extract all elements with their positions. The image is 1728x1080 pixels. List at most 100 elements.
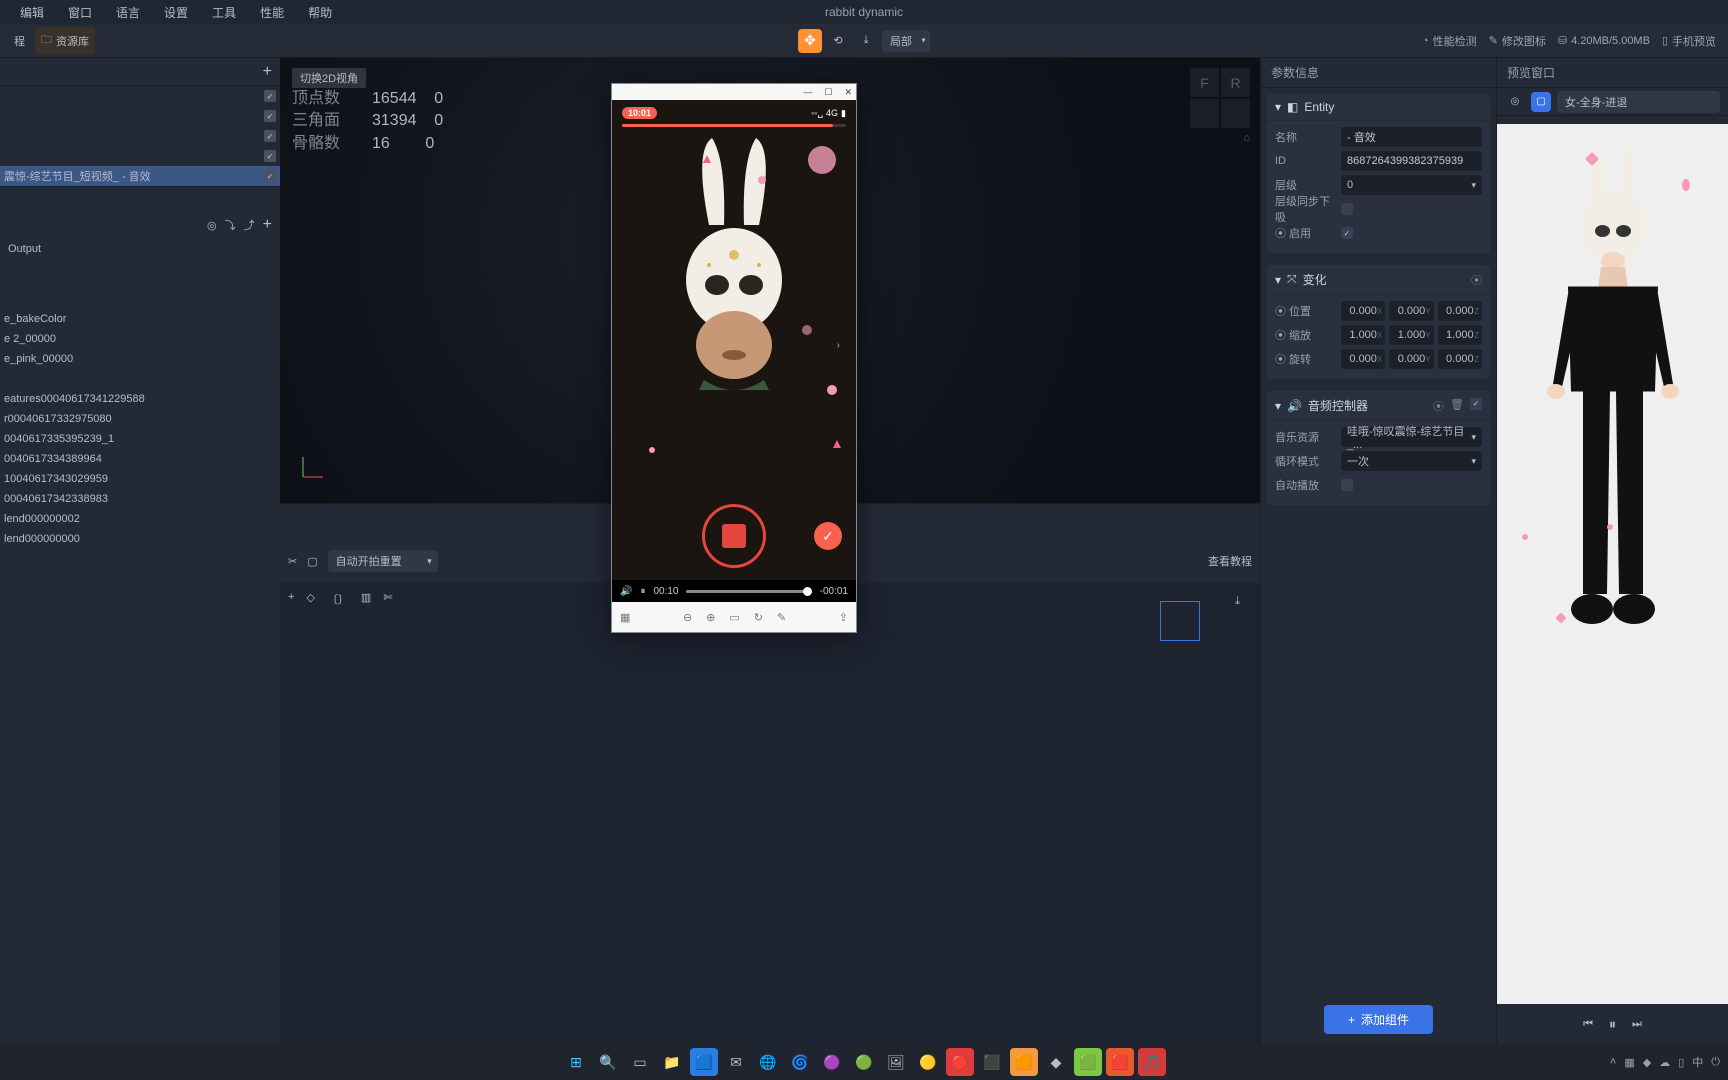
timeline-clip[interactable] xyxy=(1160,601,1200,641)
asset-item[interactable]: 0040617334389964 xyxy=(0,451,280,471)
assets-action-icon[interactable]: ⤵ xyxy=(225,217,236,233)
app-icon[interactable]: 🟣 xyxy=(818,1048,846,1076)
app-icon[interactable]: 🟧 xyxy=(1010,1048,1038,1076)
timeline-cut-icon[interactable]: ✄ xyxy=(383,591,392,607)
maximize-button[interactable]: ☐ xyxy=(824,87,832,98)
timeline-snap-icon[interactable]: ▥ xyxy=(361,591,371,607)
view-mode-toggle[interactable]: 切换2D视角 xyxy=(292,68,366,88)
tab-project[interactable]: 程 xyxy=(8,29,31,53)
chevron-down-icon[interactable]: ▾ xyxy=(1275,399,1281,413)
assets-add-button[interactable]: + xyxy=(263,216,272,234)
add-node-button[interactable]: + xyxy=(263,63,272,81)
audio-resource-select[interactable]: 哇哦-惊叹震惊-综艺节目_... xyxy=(1341,427,1482,447)
tutorial-link[interactable]: 查看教程 xyxy=(1208,553,1252,569)
app-icon[interactable]: ⬛ xyxy=(978,1048,1006,1076)
timeline-body[interactable]: + ◇ 〔〕 ▥ ✄ ⤓ xyxy=(280,583,1260,1044)
timeline-marker-icon[interactable]: 〔〕 xyxy=(327,591,349,607)
app-icon[interactable]: 🎵 xyxy=(1138,1048,1166,1076)
asset-item[interactable]: lend000000000 xyxy=(0,531,280,551)
minimize-button[interactable]: — xyxy=(803,87,812,97)
taskview-button[interactable]: ▭ xyxy=(626,1048,654,1076)
audio-enable-checkbox[interactable]: ✓ xyxy=(1470,398,1482,410)
move-tool-button[interactable]: ✥ xyxy=(798,29,822,53)
app-icon[interactable]: 🌀 xyxy=(786,1048,814,1076)
menu-perf[interactable]: 性能 xyxy=(248,4,296,21)
asset-item[interactable]: e_bakeColor xyxy=(0,311,280,331)
app-icon[interactable]: 🟩 xyxy=(1074,1048,1102,1076)
library-button[interactable]: 🗀 资源库 xyxy=(35,27,95,54)
rot-z-input[interactable]: 0.000Z xyxy=(1438,349,1482,369)
asset-item[interactable]: e 2_00000 xyxy=(0,331,280,351)
phone-preview-button[interactable]: ▯手机预览 xyxy=(1658,33,1720,49)
menu-settings[interactable]: 设置 xyxy=(152,4,200,21)
grid-icon[interactable]: ▦ xyxy=(620,611,630,624)
auto-reset-select[interactable]: 自动开拍重置 xyxy=(328,550,438,572)
pos-x-input[interactable]: 0.000X xyxy=(1341,301,1385,321)
store-icon[interactable]: 🟦 xyxy=(690,1048,718,1076)
refresh-button[interactable]: ⟲ xyxy=(826,29,850,53)
scale-z-input[interactable]: 1.000Z xyxy=(1438,325,1482,345)
pos-z-input[interactable]: 0.000Z xyxy=(1438,301,1482,321)
sync-checkbox[interactable] xyxy=(1341,203,1353,215)
tray-icon[interactable]: ▦ xyxy=(1624,1056,1634,1069)
node-visibility-toggle[interactable]: ✓ xyxy=(264,90,276,102)
gizmo-face[interactable] xyxy=(1190,99,1219,128)
node-visibility-toggle[interactable]: ✓ xyxy=(264,110,276,122)
photos-icon[interactable]: 🖼 xyxy=(882,1048,910,1076)
menu-tools[interactable]: 工具 xyxy=(200,4,248,21)
asset-item[interactable]: eatures00040617341229588 xyxy=(0,391,280,411)
menu-window[interactable]: 窗口 xyxy=(56,4,104,21)
timeline-add-icon[interactable]: + xyxy=(288,591,294,607)
preview-canvas[interactable] xyxy=(1497,124,1728,1004)
app-icon[interactable]: ◆ xyxy=(1042,1048,1070,1076)
mail-icon[interactable]: ✉ xyxy=(722,1048,750,1076)
asset-item[interactable]: 10040617343029959 xyxy=(0,471,280,491)
autoplay-checkbox[interactable] xyxy=(1341,479,1353,491)
timeline-tool-icon[interactable]: ▢ xyxy=(307,555,317,568)
asset-item[interactable]: 0040617335395239_1 xyxy=(0,431,280,451)
rotate-icon[interactable]: ↻ xyxy=(754,611,763,624)
asset-item[interactable]: lend000000002 xyxy=(0,511,280,531)
tray-icon[interactable]: ▯ xyxy=(1678,1056,1684,1069)
close-button[interactable]: ✕ xyxy=(844,87,852,98)
enable-checkbox[interactable]: ✓ xyxy=(1341,227,1353,239)
app-icon[interactable]: 🟥 xyxy=(1106,1048,1134,1076)
tray-chevron-icon[interactable]: ˄ xyxy=(1610,1056,1616,1068)
orientation-gizmo[interactable]: F R ⌂ xyxy=(1190,68,1250,144)
reset-icon[interactable]: ⦿ xyxy=(1471,272,1482,288)
tray-ime[interactable]: 中 xyxy=(1692,1054,1703,1070)
start-button[interactable]: ⊞ xyxy=(562,1048,590,1076)
record-stop-button[interactable] xyxy=(702,504,766,568)
coord-space-select[interactable]: 局部 xyxy=(882,30,930,52)
modify-icon-button[interactable]: ✎修改图标 xyxy=(1485,33,1550,49)
preview-mode-1[interactable]: ◎ xyxy=(1505,92,1525,112)
rot-x-input[interactable]: 0.000X xyxy=(1341,349,1385,369)
asset-item[interactable]: 00040617342338983 xyxy=(0,491,280,511)
pause-button[interactable]: ⏸ xyxy=(1609,1016,1616,1033)
app-icon[interactable]: 🟢 xyxy=(850,1048,878,1076)
asset-item[interactable]: r00040617332975080 xyxy=(0,411,280,431)
add-component-button[interactable]: +添加组件 xyxy=(1324,1005,1433,1034)
explorer-icon[interactable]: 📁 xyxy=(658,1048,686,1076)
export-button[interactable]: ⤓ xyxy=(854,29,878,53)
app-icon[interactable]: 🔴 xyxy=(946,1048,974,1076)
assets-action-icon[interactable]: ◎ xyxy=(207,219,217,232)
chrome-icon[interactable]: 🟡 xyxy=(914,1048,942,1076)
rot-y-input[interactable]: 0.000Y xyxy=(1389,349,1433,369)
video-seek[interactable] xyxy=(686,590,811,593)
timeline-key-icon[interactable]: ◇ xyxy=(306,591,314,607)
video-canvas[interactable]: 10:01 ◦◦␣4G▮ xyxy=(612,100,856,580)
preview-model-select[interactable]: 女-全身-进退 xyxy=(1557,91,1720,113)
node-visibility-toggle[interactable]: ✓ xyxy=(264,150,276,162)
scale-y-input[interactable]: 1.000Y xyxy=(1389,325,1433,345)
next-frame-button[interactable]: ⏭ xyxy=(1632,1018,1642,1031)
trash-icon[interactable]: 🗑 xyxy=(1450,398,1464,414)
edge-icon[interactable]: 🌐 xyxy=(754,1048,782,1076)
fit-icon[interactable]: ▭ xyxy=(729,611,739,624)
tray-icon[interactable]: ☁ xyxy=(1659,1056,1670,1069)
next-icon[interactable]: › xyxy=(837,340,840,351)
volume-icon[interactable]: 🔊 xyxy=(620,586,632,597)
asset-item[interactable]: e_pink_00000 xyxy=(0,351,280,371)
zoom-out-icon[interactable]: ⊖ xyxy=(683,611,692,624)
timeline-export-icon[interactable]: ⤓ xyxy=(1235,595,1240,608)
